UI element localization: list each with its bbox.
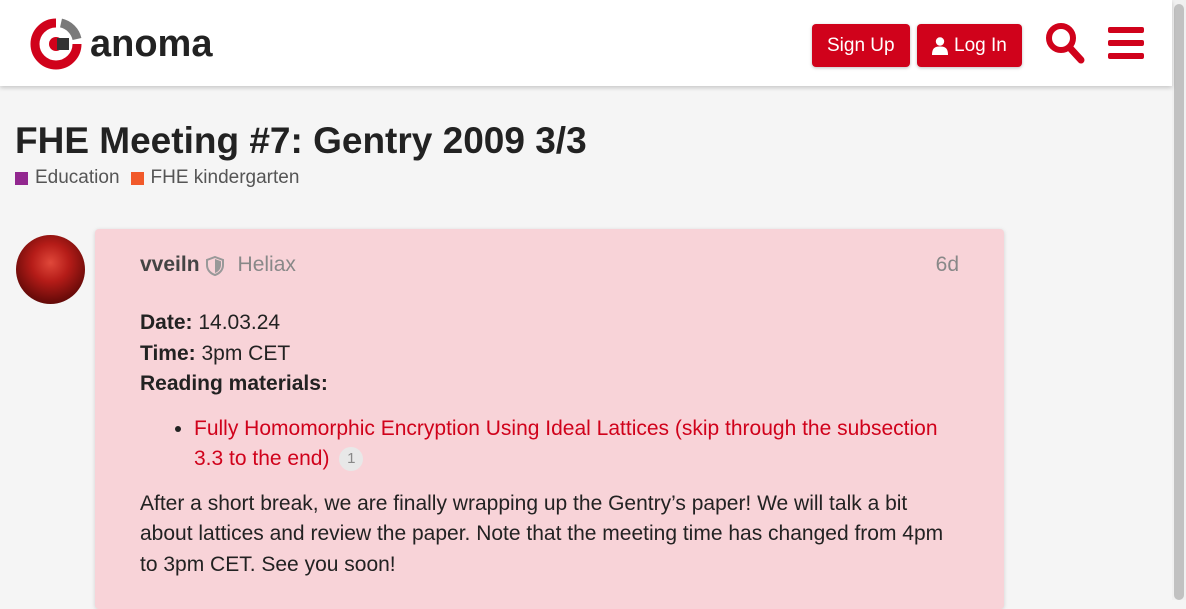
date-label: Date: xyxy=(140,311,193,334)
post-meta: vveiln Heliax xyxy=(140,253,296,277)
time-value: 3pm CET xyxy=(195,341,291,365)
search-icon xyxy=(1046,23,1085,64)
shield-icon xyxy=(205,256,224,276)
link-click-count-badge[interactable]: 1 xyxy=(339,447,364,472)
user-icon xyxy=(932,36,948,55)
date-line: Date: 14.03.24 xyxy=(140,308,960,339)
topic-title[interactable]: FHE Meeting #7: Gentry 2009 3/3 xyxy=(15,120,587,162)
log-in-button[interactable]: Log In xyxy=(917,24,1022,67)
reading-materials-line: Reading materials: xyxy=(140,369,960,400)
time-line: Time: 3pm CET xyxy=(140,339,960,370)
sign-up-label: Sign Up xyxy=(827,35,895,56)
time-label: Time: xyxy=(140,341,196,365)
category-fhe-kindergarten[interactable]: FHE kindergarten xyxy=(130,167,300,189)
post-user-group[interactable]: Heliax xyxy=(238,253,296,277)
anoma-logo[interactable]: anoma xyxy=(30,18,212,70)
post-username[interactable]: vveiln xyxy=(140,253,200,277)
list-item: Fully Homomorphic Encryption Using Ideal… xyxy=(194,414,960,475)
post-body: Date: 14.03.24 Time: 3pm CET Reading mat… xyxy=(140,308,960,580)
logo-text: anoma xyxy=(90,22,213,65)
avatar[interactable] xyxy=(16,235,85,304)
log-in-label: Log In xyxy=(954,35,1007,56)
topic-categories: Education FHE kindergarten xyxy=(15,167,310,189)
reading-list: Fully Homomorphic Encryption Using Ideal… xyxy=(140,414,960,475)
paper-link[interactable]: Fully Homomorphic Encryption Using Ideal… xyxy=(194,417,938,471)
hamburger-menu-icon xyxy=(1108,27,1144,59)
post-paragraph: After a short break, we are finally wrap… xyxy=(140,491,944,576)
category-education[interactable]: Education xyxy=(15,167,120,189)
post-card: vveiln Heliax 6d Date: 14.03.24 Time: 3p… xyxy=(95,229,1004,609)
category-label: Education xyxy=(35,167,120,188)
anoma-logo-icon xyxy=(30,18,82,70)
reading-materials-label: Reading materials: xyxy=(140,372,328,395)
scrollbar-thumb[interactable] xyxy=(1174,4,1184,600)
menu-button[interactable] xyxy=(1108,26,1144,65)
site-header: anoma Sign Up Log In xyxy=(0,0,1172,86)
category-label: FHE kindergarten xyxy=(150,167,300,188)
category-color-swatch xyxy=(130,171,144,185)
search-button[interactable] xyxy=(1045,22,1085,69)
post-date[interactable]: 6d xyxy=(936,253,959,277)
date-value: 14.03.24 xyxy=(192,311,281,334)
category-color-swatch xyxy=(15,171,28,185)
sign-up-button[interactable]: Sign Up xyxy=(812,24,910,67)
